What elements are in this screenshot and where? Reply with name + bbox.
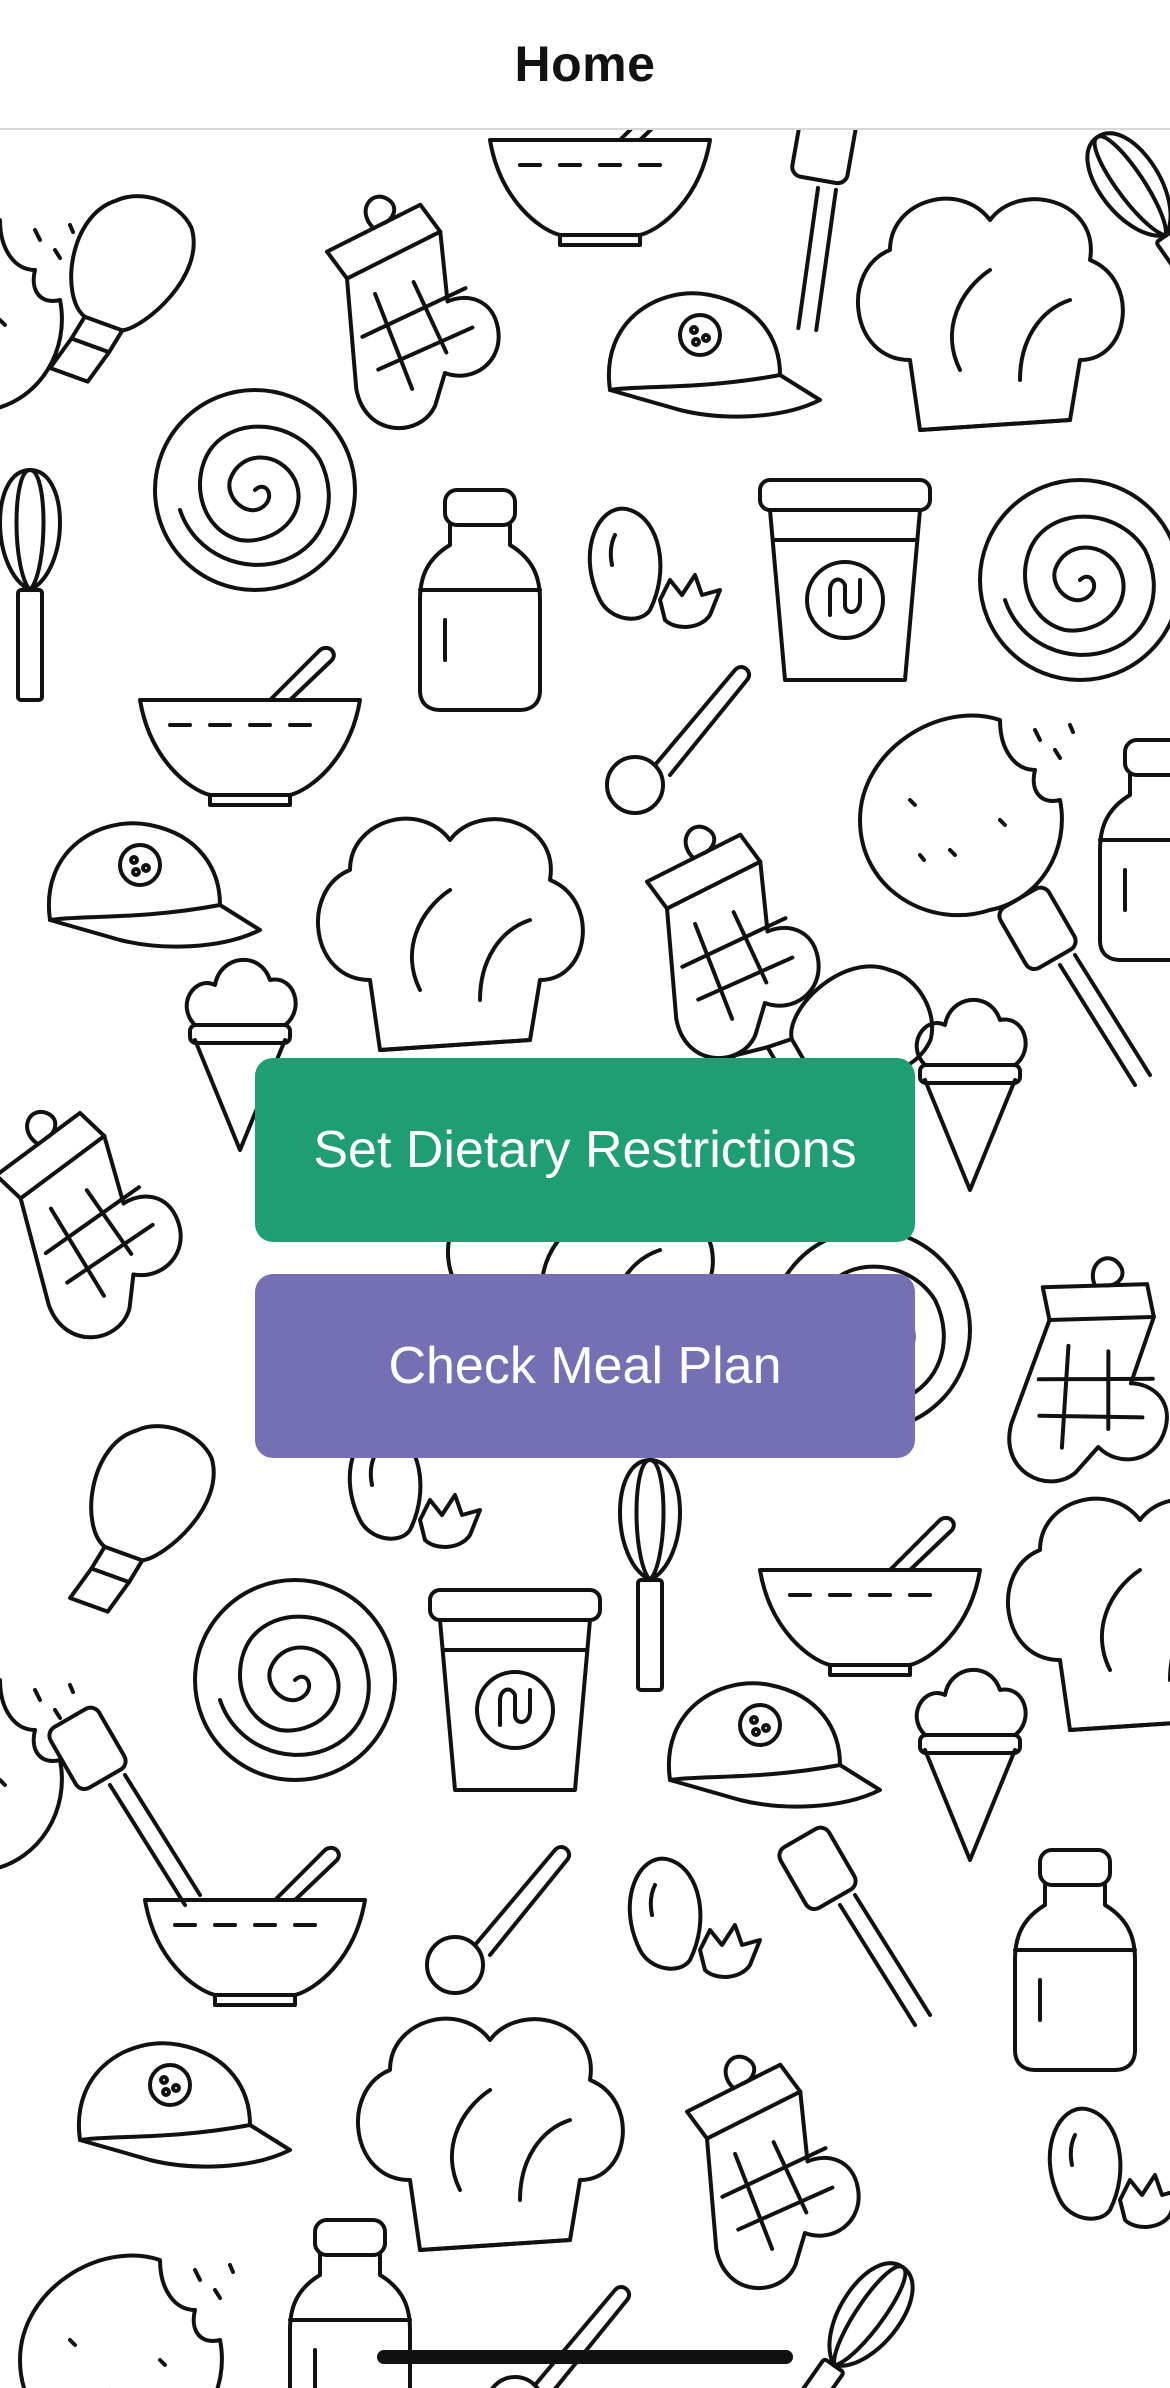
navigation-bar: Home: [0, 0, 1170, 130]
set-dietary-restrictions-button[interactable]: Set Dietary Restrictions: [255, 1058, 915, 1242]
doodle-background: [0, 130, 1170, 2388]
page-title: Home: [514, 36, 656, 92]
check-meal-plan-button[interactable]: Check Meal Plan: [255, 1274, 915, 1458]
home-screen: Home Set Dietary Restrictions Check Meal…: [0, 0, 1170, 2388]
home-indicator[interactable]: [377, 2350, 793, 2364]
